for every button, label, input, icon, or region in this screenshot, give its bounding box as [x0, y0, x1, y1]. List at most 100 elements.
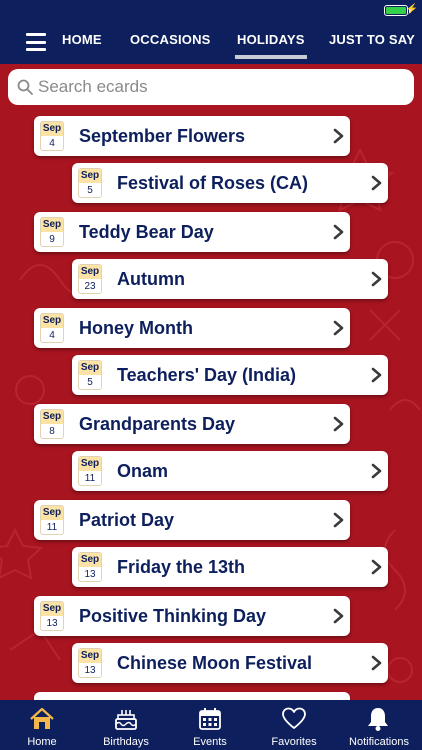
date-month: Sep	[79, 553, 101, 567]
list-item[interactable]: Sep 11 Patriot Day	[34, 500, 350, 540]
holiday-title: Autumn	[117, 269, 185, 289]
holiday-title: Honey Month	[79, 318, 193, 338]
date-badge: Sep 4	[40, 121, 64, 151]
search-box[interactable]	[8, 69, 414, 105]
date-badge: Sep 13	[40, 601, 64, 631]
chevron-right-icon	[333, 608, 344, 624]
holiday-title: Patriot Day	[79, 510, 175, 530]
bell-icon	[368, 708, 388, 731]
battery-icon	[384, 5, 411, 16]
chevron-right-icon	[333, 416, 344, 432]
chevron-right-icon	[333, 320, 344, 336]
tab-label: Notifications	[349, 736, 409, 748]
date-badge: Sep 11	[78, 456, 102, 486]
chevron-right-icon	[333, 224, 344, 240]
charging-icon: ⚡	[405, 4, 418, 15]
holiday-title: Teddy Bear Day	[79, 222, 214, 242]
list-item[interactable]: Sep 11 Onam	[72, 451, 388, 491]
date-day: 4	[49, 138, 55, 149]
status-bar: ⚡	[0, 0, 422, 20]
date-month: Sep	[41, 506, 63, 520]
list-item[interactable]: Sep 5 Festival of Roses (CA)	[72, 163, 388, 203]
date-month: Sep	[41, 218, 63, 232]
date-badge: Sep 13	[78, 552, 102, 582]
tab-label: Birthdays	[103, 736, 149, 748]
tab-holidays[interactable]: HOLIDAYS	[235, 32, 307, 59]
top-nav: HOME OCCASIONS HOLIDAYS JUST TO SAY	[0, 20, 422, 64]
calendar-icon	[199, 708, 221, 730]
holiday-title: Grandparents Day	[79, 414, 236, 434]
tab-label: Events	[193, 736, 227, 748]
chevron-right-icon	[371, 559, 382, 575]
date-day: 5	[87, 185, 93, 196]
hamburger-icon[interactable]	[26, 33, 46, 51]
tab-occasions[interactable]: OCCASIONS	[130, 32, 211, 47]
tab-home[interactable]: HOME	[62, 32, 102, 47]
date-badge: Sep 9	[40, 217, 64, 247]
chevron-right-icon	[333, 128, 344, 144]
date-day: 5	[87, 377, 93, 388]
holiday-title: Festival of Roses (CA)	[117, 173, 309, 193]
holiday-title: Chinese Moon Festival	[117, 653, 313, 673]
tab-birthdays[interactable]: Birthdays	[84, 700, 168, 750]
date-day: 9	[49, 234, 55, 245]
date-badge: Sep 23	[78, 264, 102, 294]
tab-notifications[interactable]: Notifications	[336, 700, 422, 750]
list-item[interactable]: Sep 13 Positive Thinking Day	[34, 596, 350, 636]
holiday-title: Friday the 13th	[117, 557, 246, 577]
date-day: 23	[84, 281, 96, 292]
date-day: 11	[84, 473, 96, 484]
list-item-partial[interactable]	[34, 692, 350, 700]
date-month: Sep	[41, 602, 63, 616]
cake-icon	[115, 710, 137, 730]
date-badge: Sep 11	[40, 505, 64, 535]
list-item[interactable]: Sep 4 September Flowers	[34, 116, 350, 156]
bottom-tab-bar: Home Birthdays Events Favorites Notifica…	[0, 700, 422, 750]
list-item[interactable]: Sep 4 Honey Month	[34, 308, 350, 348]
date-month: Sep	[41, 314, 63, 328]
tab-home-bottom[interactable]: Home	[0, 700, 84, 750]
holiday-title: Positive Thinking Day	[79, 606, 267, 626]
date-month: Sep	[79, 265, 101, 279]
list-item[interactable]: Sep 23 Autumn	[72, 259, 388, 299]
date-month: Sep	[79, 169, 101, 183]
list-item[interactable]: Sep 9 Teddy Bear Day	[34, 212, 350, 252]
tab-events[interactable]: Events	[168, 700, 252, 750]
tab-just-to-say[interactable]: JUST TO SAY	[329, 32, 415, 47]
heart-icon	[282, 707, 306, 729]
chevron-right-icon	[371, 271, 382, 287]
tab-favorites[interactable]: Favorites	[252, 700, 336, 750]
holiday-list: Sep 4 September Flowers Sep 5 Festival o…	[0, 110, 422, 700]
date-badge: Sep 13	[78, 648, 102, 678]
date-month: Sep	[79, 361, 101, 375]
list-item[interactable]: Sep 8 Grandparents Day	[34, 404, 350, 444]
date-day: 13	[84, 665, 96, 676]
date-badge: Sep 5	[78, 168, 102, 198]
list-item[interactable]: Sep 13 Friday the 13th	[72, 547, 388, 587]
date-day: 8	[49, 426, 55, 437]
date-month: Sep	[79, 457, 101, 471]
search-input[interactable]	[38, 69, 408, 105]
search-icon	[17, 79, 33, 95]
holiday-title: Onam	[117, 461, 169, 481]
tab-label: Favorites	[271, 736, 317, 748]
chevron-right-icon	[371, 175, 382, 191]
date-day: 4	[49, 330, 55, 341]
date-day: 13	[84, 569, 96, 580]
date-badge: Sep 8	[40, 409, 64, 439]
date-month: Sep	[41, 410, 63, 424]
chevron-right-icon	[371, 463, 382, 479]
date-day: 13	[46, 618, 58, 629]
list-item[interactable]: Sep 13 Chinese Moon Festival	[72, 643, 388, 683]
home-icon	[30, 707, 54, 729]
chevron-right-icon	[371, 367, 382, 383]
list-item[interactable]: Sep 5 Teachers' Day (India)	[72, 355, 388, 395]
chevron-right-icon	[371, 655, 382, 671]
holiday-title: Teachers' Day (India)	[117, 365, 297, 385]
search-bar	[0, 64, 422, 110]
holiday-title: September Flowers	[79, 126, 246, 146]
date-badge: Sep 5	[78, 360, 102, 390]
date-badge: Sep 4	[40, 313, 64, 343]
chevron-right-icon	[333, 512, 344, 528]
date-month: Sep	[79, 649, 101, 663]
